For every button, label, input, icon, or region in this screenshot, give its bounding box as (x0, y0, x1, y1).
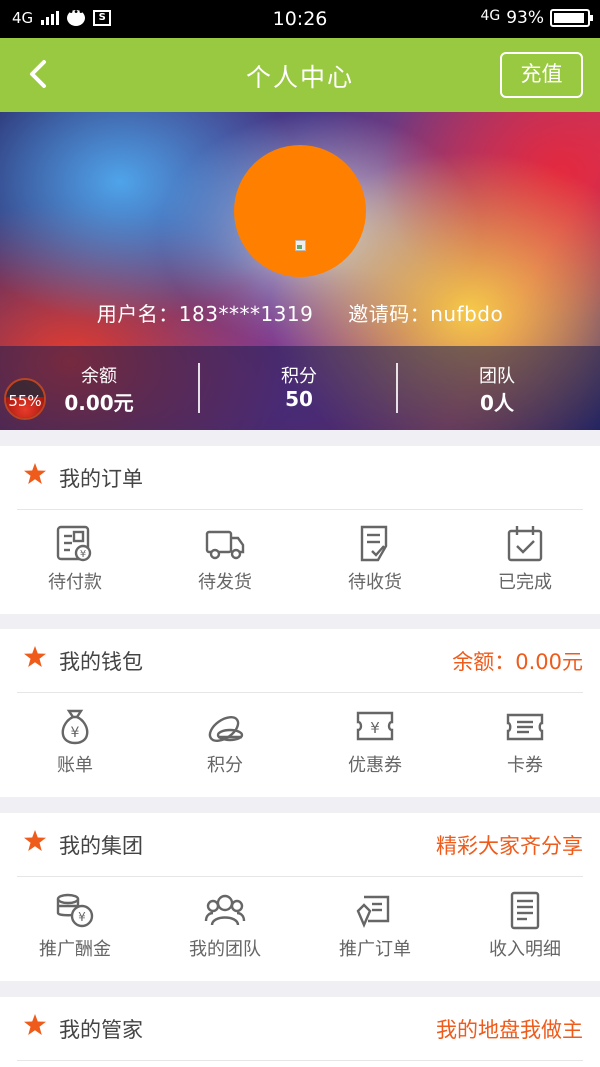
star-icon (24, 1014, 46, 1035)
star-icon (24, 646, 46, 667)
svg-text:¥: ¥ (78, 910, 86, 924)
avatar[interactable] (234, 145, 366, 277)
section-title: 我的管家 (59, 1018, 143, 1042)
item-label: 收入明细 (489, 939, 561, 960)
group-promotion-orders[interactable]: 推广订单 (300, 877, 450, 981)
group-my-team[interactable]: 我的团队 (150, 877, 300, 981)
receive-goods-icon (354, 524, 396, 564)
promotion-order-icon (354, 891, 396, 931)
steward-section-header[interactable]: 我的管家 我的地盘我做主 (17, 997, 583, 1061)
item-label: 卡券 (507, 755, 543, 776)
svg-text:¥: ¥ (80, 549, 86, 560)
delivery-truck-icon (204, 524, 246, 564)
commission-coins-icon: ¥ (54, 891, 96, 931)
coins-icon (204, 707, 246, 747)
order-pending-payment[interactable]: ¥ 待付款 (0, 510, 150, 614)
svg-text:¥: ¥ (370, 719, 380, 737)
stat-label: 积分 (281, 366, 317, 387)
section-title: 我的钱包 (59, 650, 143, 674)
stat-balance[interactable]: 余额 0.00元 (48, 346, 150, 430)
recharge-button[interactable]: 充值 (500, 52, 583, 98)
group-section: 我的集团 精彩大家齐分享 ¥ 推广酬金 我的团队 推广订单 收入明细 (0, 813, 600, 981)
orders-section: 我的订单 ¥ 待付款 待发货 待收货 已完成 (0, 446, 600, 614)
item-label: 积分 (207, 755, 243, 776)
item-label: 推广酬金 (39, 939, 111, 960)
steward-link[interactable]: 我的地盘我做主 (436, 1014, 583, 1044)
stat-points[interactable]: 积分 50 (200, 346, 398, 430)
pending-payment-icon: ¥ (54, 524, 96, 564)
stat-label: 余额 (81, 366, 117, 387)
group-share-link[interactable]: 精彩大家齐分享 (436, 830, 583, 860)
section-title: 我的订单 (59, 467, 143, 491)
card-voucher-icon (504, 707, 546, 747)
stat-value: 0人 (480, 391, 514, 415)
app-header: 个人中心 充值 (0, 38, 600, 112)
item-label: 已完成 (498, 572, 552, 593)
star-icon (24, 830, 46, 851)
section-title: 我的集团 (59, 834, 143, 858)
group-commission[interactable]: ¥ 推广酬金 (0, 877, 150, 981)
wallet-section-header[interactable]: 我的钱包 余额：0.00元 (17, 629, 583, 693)
stat-value: 0.00元 (64, 391, 134, 415)
order-pending-shipment[interactable]: 待发货 (150, 510, 300, 614)
broken-image-icon (295, 240, 306, 251)
team-icon (204, 891, 246, 931)
group-income-detail[interactable]: 收入明细 (450, 877, 600, 981)
item-label: 我的团队 (189, 939, 261, 960)
battery-percent: 93% (506, 8, 544, 28)
money-bag-icon: ¥ (54, 707, 96, 747)
wallet-coupon[interactable]: ¥ 优惠券 (300, 693, 450, 797)
wallet-grid: ¥ 账单 积分 ¥ 优惠券 卡券 (0, 693, 600, 797)
progress-text: 55% (8, 392, 42, 410)
item-label: 待发货 (198, 572, 252, 593)
invite-code-label: 邀请码：nufbdo (348, 302, 504, 326)
wallet-balance-link[interactable]: 余额：0.00元 (452, 646, 583, 676)
progress-badge[interactable]: 55% (4, 378, 46, 420)
user-info-line: 用户名：183****1319 邀请码：nufbdo (0, 298, 600, 327)
orders-section-header[interactable]: 我的订单 (17, 446, 583, 510)
star-icon (24, 463, 46, 484)
item-label: 待付款 (48, 572, 102, 593)
wallet-bill[interactable]: ¥ 账单 (0, 693, 150, 797)
item-label: 优惠券 (348, 755, 402, 776)
item-label: 待收货 (348, 572, 402, 593)
stat-value: 50 (285, 387, 313, 411)
coupon-icon: ¥ (354, 707, 396, 747)
wallet-points[interactable]: 积分 (150, 693, 300, 797)
stat-team[interactable]: 团队 0人 (398, 346, 596, 430)
wallet-card-voucher[interactable]: 卡券 (450, 693, 600, 797)
stat-label: 团队 (479, 366, 515, 387)
steward-section: 我的管家 我的地盘我做主 (0, 997, 600, 1067)
orders-grid: ¥ 待付款 待发货 待收货 已完成 (0, 510, 600, 614)
profile-banner: 用户名：183****1319 邀请码：nufbdo 余额 0.00元 积分 5… (0, 112, 600, 430)
svg-text:¥: ¥ (71, 725, 80, 741)
group-section-header[interactable]: 我的集团 精彩大家齐分享 (17, 813, 583, 877)
order-completed[interactable]: 已完成 (450, 510, 600, 614)
group-grid: ¥ 推广酬金 我的团队 推广订单 收入明细 (0, 877, 600, 981)
status-bar: 4G S 10:26 4G 93% (0, 0, 600, 38)
wallet-section: 我的钱包 余额：0.00元 ¥ 账单 积分 ¥ 优惠券 卡券 (0, 629, 600, 797)
username-label: 用户名：183****1319 (96, 302, 314, 326)
order-pending-receipt[interactable]: 待收货 (300, 510, 450, 614)
completed-calendar-icon (504, 524, 546, 564)
stats-bar: 余额 0.00元 积分 50 团队 0人 (0, 346, 600, 430)
income-detail-icon (504, 891, 546, 931)
item-label: 账单 (57, 755, 93, 776)
network-type-label-right: 4G (480, 8, 501, 24)
battery-icon (550, 9, 593, 27)
item-label: 推广订单 (339, 939, 411, 960)
